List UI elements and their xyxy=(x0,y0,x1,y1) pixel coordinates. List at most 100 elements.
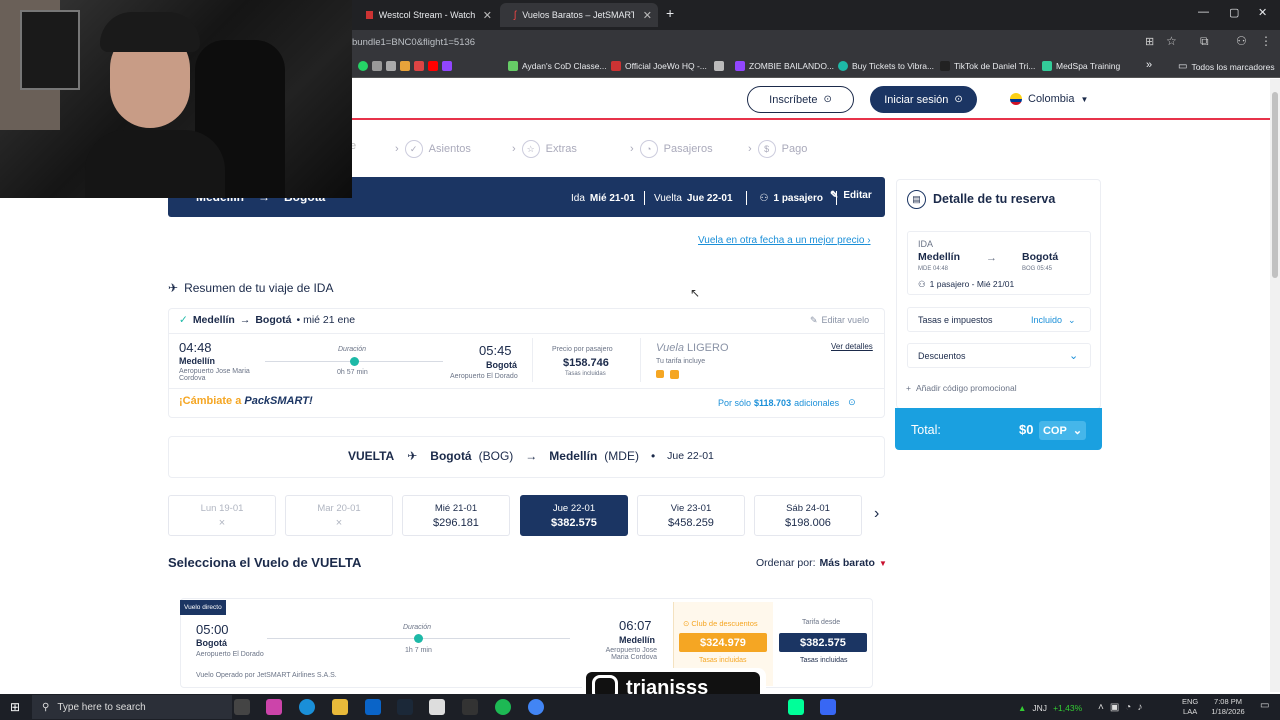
ida-arr-time: 05:45 xyxy=(479,343,512,358)
bookmark-item[interactable]: Buy Tickets to Vibra... xyxy=(838,61,934,71)
seat-icon: ✓ xyxy=(404,140,423,158)
arrow-right-icon: → xyxy=(239,314,251,326)
whatsapp-icon[interactable] xyxy=(358,61,368,71)
view-details-link[interactable]: Ver detalles xyxy=(831,342,873,351)
chevron-down-icon[interactable]: ⌄ xyxy=(1069,349,1078,362)
check-circle-icon: ✓ xyxy=(179,314,188,326)
clock[interactable]: 7:08 PM 1/18/2026 xyxy=(1205,697,1251,717)
promo-code-link[interactable]: + Añadir código promocional xyxy=(906,383,1017,393)
close-window-icon[interactable]: ✕ xyxy=(1258,6,1267,19)
seat-icon xyxy=(670,370,679,379)
circle-arrow-icon: ⊙ xyxy=(954,94,963,105)
date-option[interactable]: Mié 21-01 $296.181 xyxy=(402,495,510,536)
bookmark-item[interactable] xyxy=(714,61,724,71)
star-bookmark-icon[interactable]: ☆ xyxy=(1166,34,1177,48)
ida-dep-time: 04:48 xyxy=(179,340,212,355)
taskbar-search[interactable]: ⚲ Type here to search xyxy=(32,695,232,719)
file-explorer-icon[interactable] xyxy=(332,699,348,715)
register-button[interactable]: Inscríbete ⊙ xyxy=(747,86,854,113)
tab-westcol[interactable]: Westcol Stream - Watch Live o ✕ xyxy=(352,3,498,27)
packsmart-upsell[interactable]: ¡Cámbiate a PackSMART! xyxy=(179,395,313,407)
chevron-down-icon: ⌄ xyxy=(1068,315,1076,325)
person-icon: ◔ xyxy=(639,140,658,158)
bookmark-icon[interactable] xyxy=(372,61,382,71)
date-option-selected[interactable]: Jue 22-01 $382.575 xyxy=(520,495,628,536)
date-option[interactable]: Lun 19-01 × xyxy=(168,495,276,536)
select-return-title: Selecciona el Vuelo de VUELTA xyxy=(168,555,362,570)
divider xyxy=(745,191,747,205)
app-icon[interactable] xyxy=(788,699,804,715)
edge-icon[interactable] xyxy=(299,699,315,715)
club-label: ⊙ Club de descuentos xyxy=(683,619,758,628)
spotify-icon[interactable] xyxy=(495,699,511,715)
ticket-icon: ▤ xyxy=(907,190,926,209)
edit-search-button[interactable]: ✎ Editar xyxy=(830,190,872,201)
bookmark-icons-row[interactable] xyxy=(358,61,452,71)
notification-icon[interactable]: ▭ xyxy=(1260,700,1269,711)
fare-price-button[interactable]: $382.575 xyxy=(779,633,867,652)
twitch-icon[interactable] xyxy=(442,61,452,71)
sort-selector[interactable]: Ordenar por: Más barato ▼ xyxy=(756,557,887,569)
currency-selector[interactable]: COP ⌄ xyxy=(1039,421,1086,440)
all-bookmarks[interactable]: ▭ Todos los marcadores xyxy=(1178,61,1275,72)
bookmark-item[interactable]: MedSpa Training xyxy=(1042,61,1120,71)
date-option[interactable]: Mar 20-01 × xyxy=(285,495,393,536)
maximize-icon[interactable]: ▢ xyxy=(1229,6,1239,19)
bookmark-icon xyxy=(508,61,518,71)
extensions-icon[interactable]: ⧉ xyxy=(1200,34,1209,49)
chevron-right-icon: › xyxy=(395,143,399,155)
task-view-icon[interactable] xyxy=(234,699,250,715)
windows-start-icon[interactable]: ⊞ xyxy=(10,700,20,714)
language-indicator[interactable]: ENG LAA xyxy=(1182,697,1198,717)
bookmark-icon[interactable] xyxy=(386,61,396,71)
profile-icon[interactable]: ⚇ xyxy=(1236,34,1247,48)
better-price-link[interactable]: Vuela en otra fecha a un mejor precio › xyxy=(698,235,871,246)
packsmart-price[interactable]: Por sólo $118.703 adicionales ⊙ xyxy=(718,397,856,408)
tab-jetsmart[interactable]: ʃ Vuelos Baratos – JetSMART Ai ✕ xyxy=(500,3,658,27)
bookmark-item[interactable]: Official JoeWo HQ -... xyxy=(611,61,707,71)
login-button[interactable]: Iniciar sesión ⊙ xyxy=(870,86,977,113)
taxes-value: Incluido ⌄ xyxy=(1031,315,1076,325)
country-selector[interactable]: Colombia ▼ xyxy=(1010,93,1088,105)
close-tab-icon[interactable]: ✕ xyxy=(643,9,652,22)
app-icon[interactable] xyxy=(820,699,836,715)
steam-icon[interactable] xyxy=(397,699,413,715)
outlook-icon[interactable] xyxy=(365,699,381,715)
url-field[interactable]: bundle1=BNC0&flight1=5136 xyxy=(352,37,475,48)
duration-value: 0h 57 min xyxy=(337,369,368,376)
edit-flight-button[interactable]: ✎ Editar vuelo xyxy=(810,315,869,326)
operated-by: Vuelo Operado por JetSMART Airlines S.A.… xyxy=(196,672,337,679)
bookmark-item[interactable]: ZOMBIE BAILANDO... xyxy=(735,61,834,71)
new-tab-icon[interactable]: + xyxy=(666,5,674,21)
date-option[interactable]: Vie 23-01 $458.259 xyxy=(637,495,745,536)
tray-icons[interactable]: ˄▣◔♪ xyxy=(1098,702,1148,713)
youtube-icon[interactable] xyxy=(428,61,438,71)
scrollbar-thumb[interactable] xyxy=(1272,92,1278,278)
caret-down-icon: ▼ xyxy=(878,558,887,568)
bookmark-icon xyxy=(1042,61,1052,71)
app-icon[interactable] xyxy=(462,699,478,715)
arrow-right-icon: → xyxy=(525,449,538,463)
chevron-right-icon: › xyxy=(748,143,752,155)
app-icon[interactable] xyxy=(266,699,282,715)
minimize-icon[interactable]: — xyxy=(1198,6,1209,18)
bookmark-item[interactable]: TikTok de Daniel Tri... xyxy=(940,61,1035,71)
app-icon[interactable] xyxy=(429,699,445,715)
gmail-icon[interactable] xyxy=(414,61,424,71)
chrome-icon[interactable] xyxy=(528,699,544,715)
trend-up-icon: ▲ xyxy=(1018,703,1027,713)
reservation-to-sub: BOG 05:45 xyxy=(1022,266,1053,272)
carousel-next-icon[interactable]: › xyxy=(874,505,879,523)
club-price-button[interactable]: $324.979 xyxy=(679,633,767,652)
bookmark-icon[interactable] xyxy=(400,61,410,71)
bookmarks-more[interactable]: » xyxy=(1146,59,1152,71)
close-tab-icon[interactable]: ✕ xyxy=(483,9,492,22)
jetsmart-favicon-icon: ʃ xyxy=(514,9,517,21)
date-option[interactable]: Sáb 24-01 $198.006 xyxy=(754,495,862,536)
translate-icon[interactable]: ⊞ xyxy=(1145,35,1154,48)
stock-ticker[interactable]: ▲ JNJ +1,43% xyxy=(1018,703,1082,713)
ida-summary-heading: ✈ Resumen de tu viaje de IDA xyxy=(168,281,334,295)
bookmark-item[interactable]: Aydan's CoD Classe... xyxy=(508,61,607,71)
divider xyxy=(640,338,641,382)
menu-dots-icon[interactable]: ⋮ xyxy=(1260,34,1272,48)
